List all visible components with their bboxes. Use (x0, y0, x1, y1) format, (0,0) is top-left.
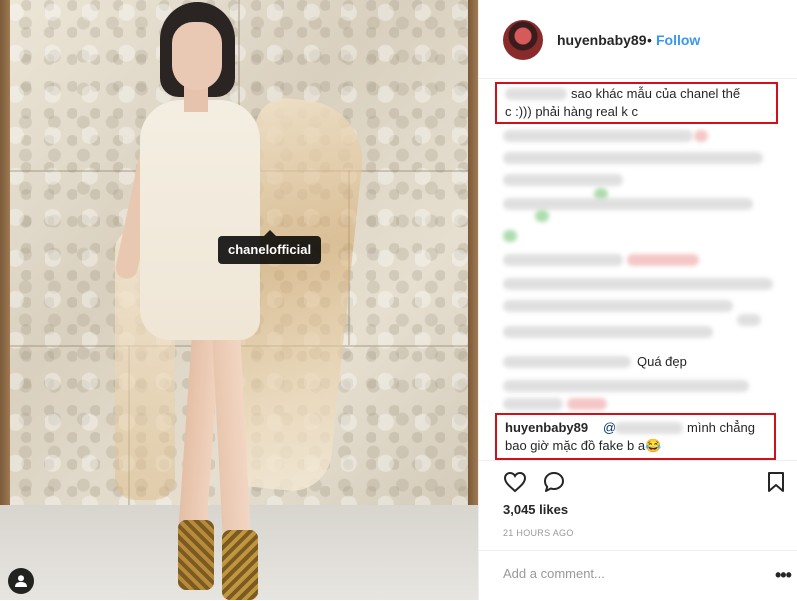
post-timestamp[interactable]: 21 HOURS AGO (503, 528, 574, 538)
blurred-emoji (694, 130, 708, 142)
bookmark-icon (768, 472, 784, 492)
header-username[interactable]: huyenbaby89 (557, 32, 646, 48)
gold-shoe (178, 520, 214, 590)
photo-tag[interactable]: chanelofficial (218, 230, 322, 264)
comment-icon (544, 472, 564, 492)
comment-text: bao giờ mặc đồ fake b a😂 (505, 438, 662, 453)
follow-button[interactable]: Follow (656, 32, 700, 48)
gold-shoe (222, 530, 258, 600)
more-options-button[interactable]: ••• (775, 565, 792, 586)
person-icon (15, 575, 27, 587)
blurred-mention (627, 254, 699, 266)
blurred-comment (503, 198, 753, 210)
comment-text: sao khác mẫu của chanel thế (571, 86, 741, 101)
action-bar (479, 460, 797, 501)
wood-pillar (468, 0, 478, 520)
blurred-comment (503, 130, 693, 142)
model-figure (0, 0, 369, 600)
blurred-comment (503, 300, 733, 312)
comment-button[interactable] (542, 470, 566, 499)
blurred-mention (567, 398, 607, 410)
blurred-mention (615, 422, 683, 434)
add-comment-bar: Add a comment... ••• (479, 550, 797, 601)
tagged-users-button[interactable] (8, 568, 34, 594)
comment-text: c :))) phải hàng real k c (505, 104, 638, 119)
comment-text: Quá đẹp (637, 354, 687, 369)
post-photo[interactable]: chanelofficial (0, 0, 478, 600)
post-header: huyenbaby89 • Follow (479, 0, 797, 79)
likes-count[interactable]: 3,045 likes (503, 502, 568, 517)
blurred-comment (503, 254, 623, 266)
avatar[interactable] (503, 20, 543, 60)
blurred-comment (503, 174, 623, 186)
heart-icon (503, 471, 527, 493)
blurred-comment (503, 278, 773, 290)
face (172, 22, 222, 90)
separator-dot: • (647, 32, 652, 48)
save-button[interactable] (767, 471, 785, 498)
blurred-username (503, 356, 631, 368)
add-comment-input[interactable]: Add a comment... (503, 566, 605, 581)
blurred-comment (503, 152, 763, 164)
blurred-comment (503, 398, 563, 410)
blurred-comment (737, 314, 761, 326)
blurred-comment (503, 326, 713, 338)
blurred-comment (503, 380, 749, 392)
blurred-username (505, 88, 567, 100)
blurred-emoji (503, 230, 517, 242)
post-sidebar: huyenbaby89 • Follow sao khác mẫu của ch… (478, 0, 797, 600)
comment-text: mình chẳng (687, 420, 755, 435)
blurred-emoji (535, 210, 549, 222)
like-button[interactable] (503, 471, 527, 498)
comments-list[interactable]: sao khác mẫu của chanel thế c :))) phải … (479, 78, 797, 460)
reply-username[interactable]: huyenbaby89 (505, 418, 588, 437)
white-dress (140, 100, 260, 340)
